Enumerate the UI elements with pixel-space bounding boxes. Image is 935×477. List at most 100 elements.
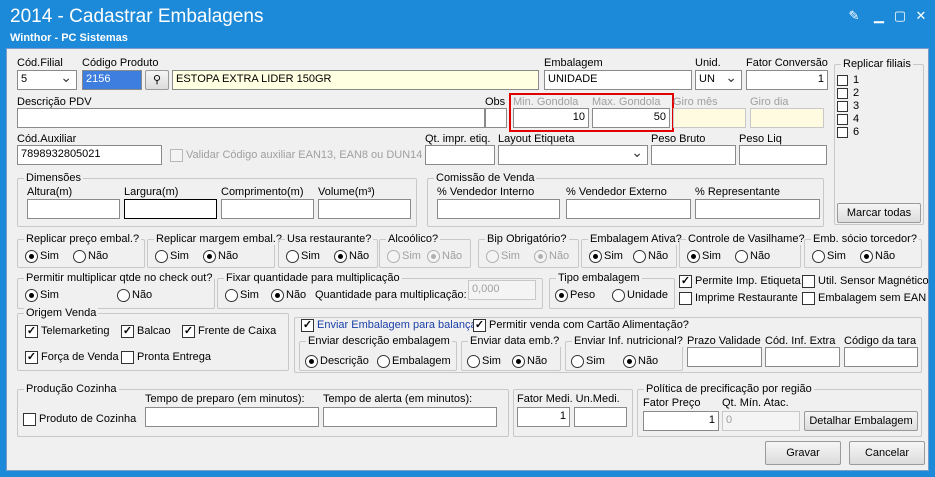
cod-auxiliar-input[interactable]: 7898932805021 [17,145,162,165]
balcao-checkbox[interactable] [121,325,134,338]
produto-cozinha-checkbox[interactable] [23,413,36,426]
emb-socio-torcedor-sim-radio[interactable] [812,250,825,263]
replicar-preco-sim-radio[interactable] [25,250,38,263]
vendedor-externo-label: % Vendedor Externo [566,186,667,198]
codigo-produto-input[interactable]: 2156 [82,70,142,90]
enviar-data-nao-radio[interactable] [512,355,525,368]
cod-filial-select[interactable]: 5 [17,70,77,90]
replicar-filial-checkbox[interactable] [837,127,848,138]
embalagem-ativa-nao-radio[interactable] [633,250,646,263]
fator-medi-label: Fator Medi. Un.Medi. [517,393,620,405]
alcoolico-nao-radio[interactable] [427,250,440,263]
altura-input[interactable] [27,199,120,219]
tipo-unidade-radio[interactable] [612,289,625,302]
replicar-margem-sim-radio[interactable] [155,250,168,263]
detalhar-embalagem-button[interactable]: Detalhar Embalagem [804,411,918,431]
bip-obrigatorio-nao-radio[interactable] [534,250,547,263]
controle-vasilhame-sim-radio[interactable] [687,250,700,263]
replicar-preco-sim-label: Sim [40,250,59,262]
fator-medi-input[interactable]: 1 [517,407,570,427]
prazo-validade-input[interactable] [687,347,762,367]
emb-socio-torcedor-nao-radio[interactable] [860,250,873,263]
descricao-pdv-input[interactable] [17,108,485,128]
tempo-preparo-input[interactable] [145,407,319,427]
enviar-inf-sim-label: Sim [586,355,605,367]
usa-restaurante-sim-radio[interactable] [286,250,299,263]
representante-input[interactable] [695,199,820,219]
edit-icon[interactable]: ✎ [845,8,863,24]
replicar-filial-checkbox[interactable] [837,88,848,99]
replicar-margem-nao-radio[interactable] [203,250,216,263]
search-product-button[interactable]: ⚲ [145,70,169,90]
vendedor-externo-input[interactable] [566,199,691,219]
telemarketing-label: Telemarketing [41,325,110,337]
alcoolico-label: Alcoólico? [386,233,441,245]
codigo-tara-input[interactable] [844,347,918,367]
qt-impr-etiq-input[interactable] [425,145,495,165]
pronta-entrega-checkbox[interactable] [121,351,134,364]
forca-venda-checkbox[interactable] [25,351,38,364]
enviar-embalagem-balanca-checkbox[interactable] [301,319,314,332]
dimensoes-label: Dimensões [24,172,84,184]
gravar-button[interactable]: Gravar [765,441,841,465]
layout-etiqueta-select[interactable] [498,145,648,165]
bip-obrigatorio-sim-radio[interactable] [486,250,499,263]
embalagem-ativa-sim-label: Sim [604,250,623,262]
usa-restaurante-nao-radio[interactable] [334,250,347,263]
fator-preco-input[interactable]: 1 [643,411,719,431]
minimize-icon[interactable]: ▁ [870,8,888,24]
qt-min-atac-input[interactable]: 0 [722,411,800,431]
peso-liq-label: Peso Liq [739,133,782,145]
fixar-quantidade-sim-radio[interactable] [225,289,238,302]
frente-caixa-checkbox[interactable] [182,325,195,338]
permitir-venda-cartao-checkbox[interactable] [473,319,486,332]
enviar-inf-nao-radio[interactable] [623,355,636,368]
fator-conversao-input[interactable]: 1 [746,70,828,90]
imprime-restaurante-checkbox[interactable] [679,292,692,305]
usa-restaurante-label: Usa restaurante? [285,233,374,245]
peso-bruto-input[interactable] [651,145,736,165]
maximize-icon[interactable]: ▢ [891,8,909,24]
peso-liq-input[interactable] [739,145,827,165]
enviar-inf-sim-radio[interactable] [571,355,584,368]
permite-imp-etiqueta-checkbox[interactable] [679,275,692,288]
comprimento-input[interactable] [221,199,314,219]
replicar-filial-checkbox[interactable] [837,75,848,86]
enviar-desc-embalagem-radio[interactable] [377,355,390,368]
quantidade-multiplicacao-input[interactable]: 0,000 [468,280,536,300]
permitir-multiplicar-sim-radio[interactable] [25,289,38,302]
close-icon[interactable]: ✕ [912,8,930,24]
tipo-peso-radio[interactable] [555,289,568,302]
validar-codigo-checkbox[interactable] [170,149,183,162]
embalagem-ativa-label: Embalagem Ativa? [588,233,684,245]
cancelar-button[interactable]: Cancelar [849,441,925,465]
cod-inf-extra-input[interactable] [765,347,840,367]
obs-input[interactable] [485,108,507,128]
embalagem-ativa-sim-radio[interactable] [589,250,602,263]
telemarketing-checkbox[interactable] [25,325,38,338]
permitir-multiplicar-nao-radio[interactable] [117,289,130,302]
replicar-preco-nao-label: Não [88,250,109,262]
volume-label: Volume(m³) [318,186,375,198]
replicar-preco-nao-radio[interactable] [73,250,86,263]
codigo-produto-label: Código Produto [82,57,159,69]
largura-input[interactable] [124,199,217,219]
alcoolico-sim-radio[interactable] [387,250,400,263]
qt-min-atac-label: Qt. Mín. Atac. [722,397,789,409]
controle-vasilhame-sim-label: Sim [702,250,721,262]
controle-vasilhame-nao-radio[interactable] [735,250,748,263]
replicar-filial-checkbox[interactable] [837,101,848,112]
embalagem-sem-ean-checkbox[interactable] [802,292,815,305]
enviar-desc-descricao-radio[interactable] [305,355,318,368]
vendedor-interno-input[interactable] [437,199,560,219]
replicar-filial-checkbox[interactable] [837,114,848,125]
volume-input[interactable] [318,199,411,219]
marcar-todas-button[interactable]: Marcar todas [837,203,921,223]
tempo-alerta-input[interactable] [323,407,497,427]
util-sensor-checkbox[interactable] [802,275,815,288]
enviar-data-sim-radio[interactable] [467,355,480,368]
embalagem-input[interactable]: UNIDADE [544,70,692,90]
un-medi-input[interactable] [574,407,627,427]
unid-select[interactable]: UN [695,70,742,90]
fixar-quantidade-nao-radio[interactable] [271,289,284,302]
